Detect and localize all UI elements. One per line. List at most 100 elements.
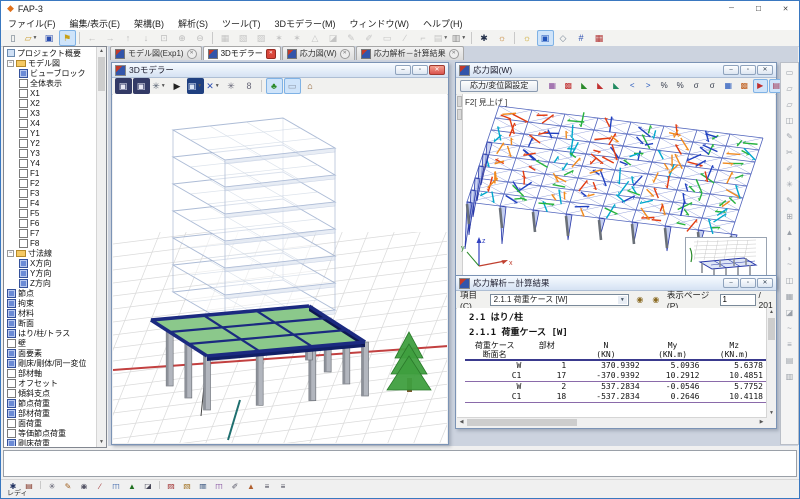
arc-tool-icon[interactable]: ◗ — [782, 242, 797, 256]
checkbox-checked[interactable] — [19, 279, 28, 288]
checkbox-unchecked[interactable] — [19, 79, 28, 88]
modeler-minimize-icon[interactable]: – — [395, 65, 411, 75]
tree-item-F3[interactable]: F3 — [5, 188, 96, 198]
checkbox-unchecked[interactable] — [19, 169, 28, 178]
tree-item-F2[interactable]: F2 — [5, 178, 96, 188]
sigma-a-icon[interactable]: σ — [689, 79, 704, 93]
checkbox-checked[interactable] — [19, 259, 28, 268]
checkbox-unchecked[interactable] — [19, 109, 28, 118]
checkbox-unchecked[interactable] — [7, 379, 16, 388]
value-pct-1-icon[interactable]: % — [657, 79, 672, 93]
modeler-close-icon[interactable]: ✕ — [429, 65, 445, 75]
view-shaded-icon[interactable]: ▣ — [115, 78, 132, 94]
stress-close-icon[interactable]: ✕ — [757, 65, 773, 75]
results-titlebar[interactable]: 応力解析－計算結果 – ▫ ✕ — [456, 276, 776, 291]
scroll-left-icon[interactable]: ◀ — [457, 418, 466, 427]
minimize-icon[interactable]: ─ — [718, 1, 745, 16]
modeler-viewport[interactable] — [113, 94, 447, 443]
checkbox-checked[interactable] — [7, 399, 16, 408]
checkbox-unchecked[interactable] — [19, 89, 28, 98]
tree-item-等価節点荷重[interactable]: 等価節点荷重 — [5, 428, 96, 438]
checkbox-unchecked[interactable] — [19, 159, 28, 168]
tree-item-壁[interactable]: 壁 — [5, 338, 96, 348]
measure-icon[interactable]: ✱ — [476, 30, 493, 46]
tree-item-X方向[interactable]: X方向 — [5, 258, 96, 268]
tree-item-X2[interactable]: X2 — [5, 98, 96, 108]
tree-item-面要素[interactable]: 面要素 — [5, 348, 96, 358]
monitor-view-icon[interactable]: ▣ — [537, 30, 554, 46]
item-select[interactable]: 2.1.1 荷重ケース [W] ▼ — [490, 294, 629, 306]
tree-item-Z方向[interactable]: Z方向 — [5, 278, 96, 288]
tree-item-F5[interactable]: F5 — [5, 208, 96, 218]
list-tool-icon[interactable]: ≡ — [782, 338, 797, 352]
table-row[interactable]: W2537.2834-0.05465.7752 — [465, 382, 766, 393]
tree-item-プロジェクト概要[interactable]: プロジェクト概要 — [5, 48, 96, 58]
tab-モデル図(Exp1)[interactable]: モデル図(Exp1)✕ — [110, 46, 202, 60]
tree-item-X4[interactable]: X4 — [5, 118, 96, 128]
scroll-up-icon[interactable]: ▲ — [767, 308, 776, 317]
shade-tool-icon[interactable]: ◪ — [782, 306, 797, 320]
scroll-up-icon[interactable]: ▲ — [97, 47, 106, 56]
calc-run-icon[interactable]: ☼ — [519, 30, 536, 46]
mesh-tool-icon[interactable]: ▦ — [782, 290, 797, 304]
result-grid-icon[interactable]: ▦ — [591, 30, 608, 46]
menu-f[interactable]: ファイル(F) — [1, 17, 63, 30]
checkbox-checked[interactable] — [7, 439, 16, 447]
wave-tool-icon[interactable]: ~ — [782, 258, 797, 272]
checkbox-unchecked[interactable] — [19, 219, 28, 228]
checkbox-unchecked[interactable] — [19, 99, 28, 108]
tree-item-面荷重[interactable]: 面荷重 — [5, 418, 96, 428]
stress-titlebar[interactable]: 応力図(W) – ▫ ✕ — [456, 63, 776, 78]
draw-tool-icon[interactable]: ✎ — [782, 194, 797, 208]
checkbox-unchecked[interactable] — [19, 129, 28, 138]
menu-t[interactable]: ツール(T) — [215, 17, 268, 30]
checkbox-unchecked[interactable] — [19, 149, 28, 158]
scroll-thumb[interactable] — [98, 57, 105, 91]
scroll-thumb[interactable] — [768, 318, 775, 340]
tab-close-icon[interactable]: ✕ — [266, 49, 276, 59]
table-row[interactable]: W1370.93925.09365.6378 — [465, 360, 766, 371]
modeler-titlebar[interactable]: 3Dモデラー – ▫ ✕ — [112, 63, 448, 78]
tree-scrollbar[interactable]: ▲ ▼ — [96, 47, 106, 447]
tree-item-節点[interactable]: 節点 — [5, 288, 96, 298]
view-flag-icon[interactable]: ⚑ — [59, 30, 76, 46]
tree-item-Y2[interactable]: Y2 — [5, 138, 96, 148]
tree-item-X3[interactable]: X3 — [5, 108, 96, 118]
tree-item-全体表示[interactable]: 全体表示 — [5, 78, 96, 88]
results-minimize-icon[interactable]: – — [723, 278, 739, 288]
render-mode-icon[interactable]: ✳▼ — [151, 78, 168, 94]
grid-blue-icon[interactable]: ▦ — [721, 79, 736, 93]
tree-item-Y3[interactable]: Y3 — [5, 148, 96, 158]
home-view-icon[interactable]: ⌂ — [302, 78, 319, 94]
sigma-b-icon[interactable]: σ — [705, 79, 720, 93]
checkbox-checked[interactable] — [19, 269, 28, 278]
checkbox-unchecked[interactable] — [7, 389, 16, 398]
checkbox-checked[interactable] — [7, 329, 16, 338]
tree-item-材料[interactable]: 材料 — [5, 308, 96, 318]
expander-icon[interactable]: − — [7, 250, 14, 257]
orbit-wheel-icon[interactable]: ✳ — [223, 78, 240, 94]
window-split-icon[interactable]: ◫ — [782, 114, 797, 128]
tree-item-Y1[interactable]: Y1 — [5, 128, 96, 138]
checkbox-checked[interactable] — [7, 359, 16, 368]
tree-item-Y4[interactable]: Y4 — [5, 158, 96, 168]
modeler-restore-icon[interactable]: ▫ — [412, 65, 428, 75]
page-input[interactable] — [720, 294, 756, 306]
checkbox-unchecked[interactable] — [19, 209, 28, 218]
tree-item-断面[interactable]: 断面 — [5, 318, 96, 328]
menu-dm[interactable]: 3Dモデラー(M) — [268, 17, 343, 30]
value-pct-2-icon[interactable]: % — [673, 79, 688, 93]
view-mode-icon[interactable]: ▥▼ — [451, 30, 468, 46]
diamond-tool-icon[interactable]: ◇ — [555, 30, 572, 46]
cut-tool-icon[interactable]: ✂ — [782, 146, 797, 160]
tab-応力解析－計算結果[interactable]: 応力解析－計算結果✕ — [356, 46, 464, 60]
checkbox-checked[interactable] — [7, 299, 16, 308]
grid-color-icon[interactable]: ▩ — [737, 79, 752, 93]
tab-close-icon[interactable]: ✕ — [449, 49, 459, 59]
tree-item-剛床/剛体/同一変位[interactable]: 剛床/剛体/同一変位 — [5, 358, 96, 368]
camera-icon[interactable]: ▣▼ — [187, 78, 204, 94]
tree-item-F6[interactable]: F6 — [5, 218, 96, 228]
scroll-down-icon[interactable]: ▼ — [97, 438, 106, 447]
checkbox-unchecked[interactable] — [19, 239, 28, 248]
checkbox-unchecked[interactable] — [7, 429, 16, 438]
